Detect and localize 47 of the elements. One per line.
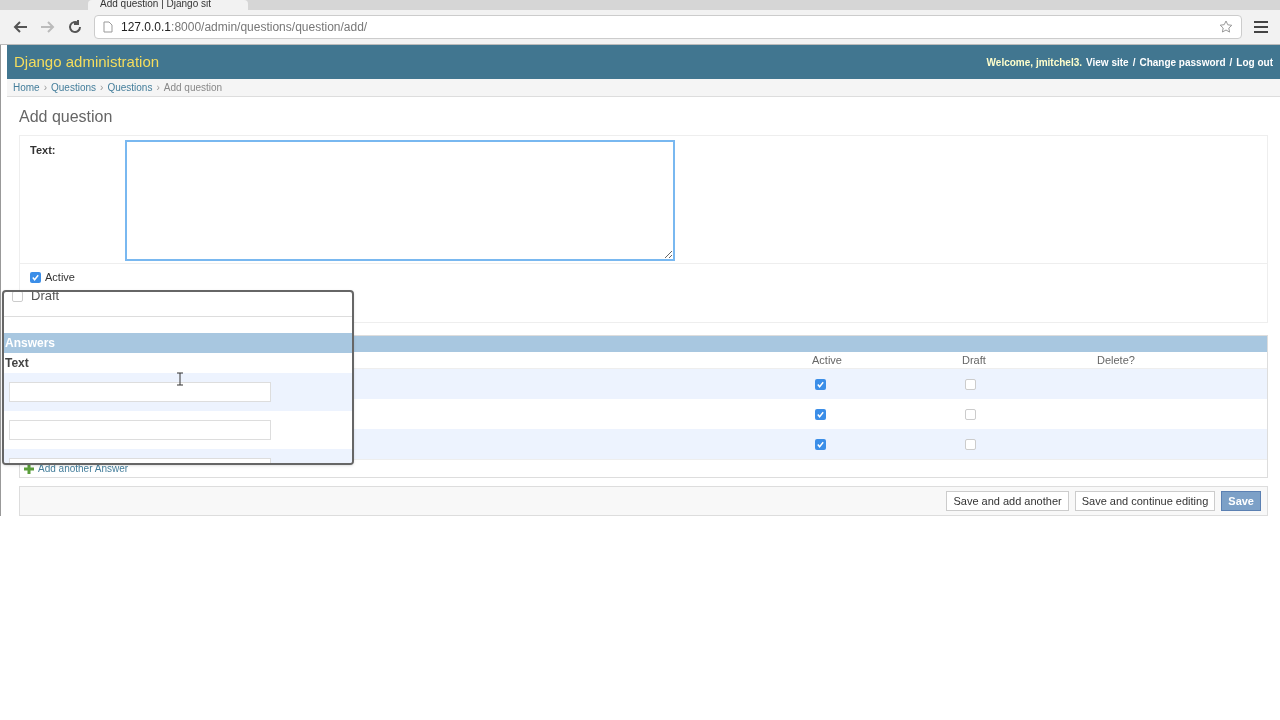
- page-icon: [103, 21, 113, 33]
- breadcrumb-separator: ›: [43, 81, 48, 95]
- submit-button[interactable]: Save and add another: [946, 491, 1069, 511]
- welcome-text: Welcome, jmitchel3.: [986, 55, 1082, 70]
- header-link[interactable]: View site: [1086, 54, 1129, 70]
- star-icon[interactable]: [1219, 20, 1233, 34]
- column-header: Active: [811, 353, 843, 368]
- column-header: Draft: [961, 353, 987, 368]
- checkbox[interactable]: [965, 378, 976, 390]
- separator: /: [1229, 55, 1233, 70]
- text-cursor-icon: [176, 372, 184, 386]
- column-header: Delete?: [1096, 353, 1136, 368]
- submit-button[interactable]: Save and continue editing: [1074, 491, 1216, 511]
- checkbox[interactable]: [815, 438, 826, 450]
- header-link[interactable]: Change password: [1139, 54, 1226, 70]
- checkbox[interactable]: [815, 378, 826, 390]
- checkbox[interactable]: [12, 292, 23, 302]
- checkbox[interactable]: [815, 408, 826, 420]
- breadcrumb-separator: ›: [156, 81, 160, 95]
- reload-icon[interactable]: [68, 20, 82, 34]
- checkbox[interactable]: [965, 408, 976, 420]
- breadcrumb-separator: ›: [100, 81, 104, 95]
- site-title: Django administration: [14, 51, 160, 72]
- browser-tab[interactable]: Add question | Django sit: [88, 0, 248, 10]
- separator: /: [1132, 55, 1136, 70]
- breadcrumb-current: Add question: [163, 81, 223, 95]
- forward-icon[interactable]: [40, 20, 56, 34]
- header-link[interactable]: Log out: [1236, 54, 1273, 70]
- save-button[interactable]: Save: [1221, 491, 1261, 511]
- answer-text-field[interactable]: [9, 382, 271, 402]
- menu-icon[interactable]: [1254, 21, 1268, 33]
- checkbox-label: Active: [45, 269, 75, 285]
- section-header: Answers: [4, 333, 352, 353]
- breadcrumb-link[interactable]: Questions: [107, 80, 153, 95]
- back-icon[interactable]: [12, 20, 28, 34]
- checkbox[interactable]: [965, 438, 976, 450]
- text-field[interactable]: [125, 140, 675, 261]
- add-icon: [24, 463, 34, 474]
- field-label: Text:: [30, 143, 57, 158]
- answer-text-field[interactable]: [9, 420, 271, 440]
- url-text: 127.0.0.1:8000/admin/questions/question/add/: [121, 19, 369, 36]
- address-bar[interactable]: 127.0.0.1:8000/admin/questions/question/add/: [94, 15, 1242, 39]
- breadcrumb-link[interactable]: Home: [13, 80, 40, 95]
- column-header: Text: [4, 355, 30, 372]
- page-title: Add question: [19, 107, 114, 127]
- breadcrumb-link[interactable]: Questions: [51, 80, 97, 95]
- checkbox[interactable]: [30, 271, 41, 283]
